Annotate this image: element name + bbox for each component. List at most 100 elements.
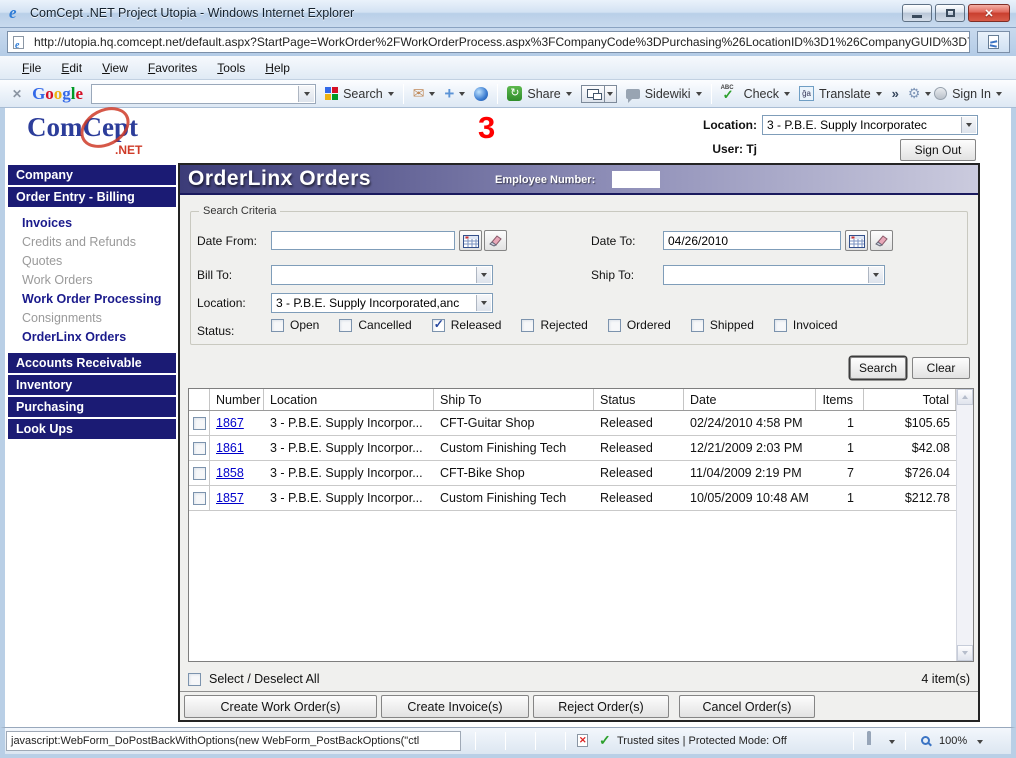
date-to-calendar-button[interactable]: [845, 230, 868, 251]
sidebar-section-look-ups[interactable]: Look Ups: [8, 419, 176, 439]
date-from-field[interactable]: [271, 231, 455, 250]
invoiced-checkbox[interactable]: ✓: [774, 319, 787, 332]
sign-in-button[interactable]: Sign In: [934, 87, 1002, 101]
sidewiki-button[interactable]: Sidewiki: [626, 87, 702, 101]
column-date[interactable]: Date: [684, 389, 816, 410]
sidebar-item-orderlinx-orders[interactable]: OrderLinx Orders: [8, 328, 176, 347]
sidebar-section-order-entry-billing[interactable]: Order Entry - Billing: [8, 187, 176, 207]
select-all-checkbox[interactable]: ✓: [188, 673, 201, 686]
translate-button[interactable]: ĝa Translate: [799, 86, 882, 101]
spellcheck-button[interactable]: ABC✓ Check: [721, 86, 790, 102]
status-cancelled[interactable]: ✓Cancelled: [339, 318, 411, 332]
menu-tools[interactable]: Tools: [207, 59, 255, 77]
row-checkbox[interactable]: ✓: [193, 442, 206, 455]
menu-file[interactable]: File: [12, 59, 51, 77]
zoom-level[interactable]: 100%: [939, 735, 967, 747]
google-search-input[interactable]: [91, 84, 316, 104]
status-rejected[interactable]: ✓Rejected: [521, 318, 587, 332]
sidebar-section-company[interactable]: Company: [8, 165, 176, 185]
sidebar-section-inventory[interactable]: Inventory: [8, 375, 176, 395]
sidebar-item-work-orders[interactable]: Work Orders: [8, 271, 176, 290]
column-status[interactable]: Status: [594, 389, 684, 410]
table-row: ✓ 1858 3 - P.B.E. Supply Incorpor... CFT…: [189, 461, 973, 486]
zoom-magnifier-icon[interactable]: [921, 736, 930, 745]
date-from-calendar-button[interactable]: [459, 230, 482, 251]
open-checkbox[interactable]: ✓: [271, 319, 284, 332]
shipped-checkbox[interactable]: ✓: [691, 319, 704, 332]
sidebar-item-work-order-processing[interactable]: Work Order Processing: [8, 290, 176, 309]
address-bar[interactable]: e http://utopia.hq.comcept.net/default.a…: [7, 31, 970, 53]
column-total[interactable]: Total: [864, 389, 956, 410]
menu-favorites[interactable]: Favorites: [138, 59, 207, 77]
order-number-link[interactable]: 1857: [216, 491, 244, 505]
page-action-button[interactable]: [977, 31, 1010, 53]
order-number-link[interactable]: 1861: [216, 441, 244, 455]
sidebar-item-invoices[interactable]: Invoices: [8, 214, 176, 233]
sidebar-item-quotes[interactable]: Quotes: [8, 252, 176, 271]
sign-out-button[interactable]: Sign Out: [900, 139, 976, 161]
cancelled-checkbox[interactable]: ✓: [339, 319, 352, 332]
create-work-orders-button[interactable]: Create Work Order(s): [184, 695, 377, 718]
location-filter-select[interactable]: 3 - P.B.E. Supply Incorporated,anc: [271, 293, 493, 313]
news-button[interactable]: ✉: [413, 85, 436, 102]
scroll-up-icon[interactable]: [957, 389, 973, 405]
envelope-icon: ✉: [413, 85, 425, 102]
column-number[interactable]: Number: [210, 389, 264, 410]
google-earth-button[interactable]: [474, 87, 488, 101]
sidebar-item-consignments[interactable]: Consignments: [8, 309, 176, 328]
create-invoices-button[interactable]: Create Invoice(s): [381, 695, 529, 718]
column-ship-to[interactable]: Ship To: [434, 389, 594, 410]
status-shipped[interactable]: ✓Shipped: [691, 318, 754, 332]
toolbar-overflow-button[interactable]: »: [892, 86, 899, 101]
status-invoiced[interactable]: ✓Invoiced: [774, 318, 838, 332]
send-to-device-button[interactable]: [581, 85, 617, 103]
toolbar-options-button[interactable]: ⚙: [908, 85, 932, 102]
chevron-down-icon[interactable]: [977, 740, 983, 744]
date-from-clear-button[interactable]: [484, 230, 507, 251]
sidebar-section-accounts-receivable[interactable]: Accounts Receivable: [8, 353, 176, 373]
row-checkbox[interactable]: ✓: [193, 467, 206, 480]
chevron-down-icon[interactable]: [889, 740, 895, 744]
status-open[interactable]: ✓Open: [271, 318, 319, 332]
header-location-select[interactable]: 3 - P.B.E. Supply Incorporatec: [762, 115, 978, 135]
status-released[interactable]: ✓Released: [432, 318, 502, 332]
ship-to-select[interactable]: [663, 265, 885, 285]
column-items[interactable]: Items: [816, 389, 864, 410]
google-search-button[interactable]: Search: [325, 87, 394, 101]
menu-view[interactable]: View: [92, 59, 138, 77]
row-checkbox[interactable]: ✓: [193, 417, 206, 430]
search-history-dropdown[interactable]: [298, 86, 314, 102]
cancel-orders-button[interactable]: Cancel Order(s): [679, 695, 815, 718]
column-location[interactable]: Location: [264, 389, 434, 410]
add-gadget-button[interactable]: +: [444, 87, 465, 101]
sidebar-item-credits-and-refunds[interactable]: Credits and Refunds: [8, 233, 176, 252]
reject-orders-button[interactable]: Reject Order(s): [533, 695, 669, 718]
security-zone-icon[interactable]: [867, 733, 883, 745]
sidebar-section-purchasing[interactable]: Purchasing: [8, 397, 176, 417]
screen-share-dropdown[interactable]: [605, 85, 617, 103]
share-button[interactable]: ↻ Share: [507, 86, 571, 101]
status-ordered[interactable]: ✓Ordered: [608, 318, 671, 332]
ordered-checkbox[interactable]: ✓: [608, 319, 621, 332]
clear-button[interactable]: Clear: [912, 357, 970, 379]
blocked-content-icon: ✕: [577, 734, 588, 747]
order-number-link[interactable]: 1858: [216, 466, 244, 480]
toolbar-close-icon[interactable]: ✕: [12, 87, 22, 101]
released-checkbox[interactable]: ✓: [432, 319, 445, 332]
search-button[interactable]: Search: [850, 357, 906, 379]
employee-number-field[interactable]: [612, 171, 660, 188]
restore-button[interactable]: [935, 4, 965, 22]
minimize-button[interactable]: [902, 4, 932, 22]
menu-edit[interactable]: Edit: [51, 59, 92, 77]
row-checkbox[interactable]: ✓: [193, 492, 206, 505]
order-number-link[interactable]: 1867: [216, 416, 244, 430]
table-scrollbar[interactable]: [956, 389, 973, 661]
restore-icon: [946, 9, 955, 17]
date-to-clear-button[interactable]: [870, 230, 893, 251]
menu-help[interactable]: Help: [255, 59, 300, 77]
bill-to-select[interactable]: [271, 265, 493, 285]
scroll-down-icon[interactable]: [957, 645, 973, 661]
date-to-field[interactable]: [663, 231, 841, 250]
close-button[interactable]: ✕: [968, 4, 1010, 22]
rejected-checkbox[interactable]: ✓: [521, 319, 534, 332]
